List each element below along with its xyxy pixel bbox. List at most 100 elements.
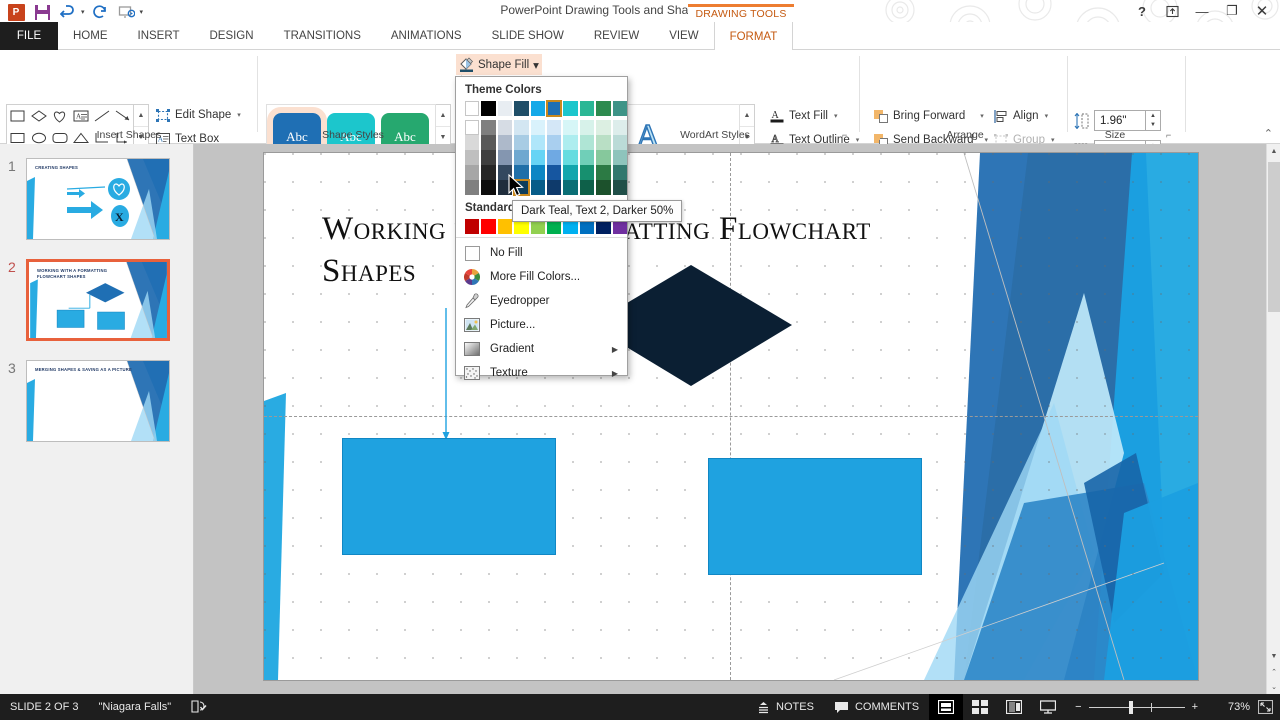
swatch-v4-c9[interactable]	[596, 165, 611, 180]
swatch-v1-c2[interactable]	[481, 120, 496, 135]
theme-colors-grid[interactable]	[456, 100, 628, 196]
swatch-v5-c7[interactable]	[563, 180, 578, 195]
tab-file[interactable]: FILE	[0, 22, 58, 50]
wordart-scroll-up-icon[interactable]: ▲	[740, 105, 754, 127]
restore-icon[interactable]: ❐	[1218, 1, 1246, 21]
shape-line-arrow-icon[interactable]	[112, 105, 133, 127]
swatch-v3-c4[interactable]	[514, 150, 529, 165]
undo-icon[interactable]	[58, 3, 78, 21]
swatch-v3-c10[interactable]	[612, 150, 628, 165]
theme-colors-variant-row-5[interactable]	[465, 179, 628, 196]
swatch-v3-c5[interactable]	[530, 150, 546, 165]
align-button[interactable]: Align ▾	[990, 105, 1060, 127]
zoom-level[interactable]: 73%	[1208, 701, 1250, 713]
swatch-v2-c6[interactable]	[547, 135, 562, 150]
slide-thumbnail-pane[interactable]: 1 X Creating S	[0, 144, 194, 694]
swatch-v4-c7[interactable]	[563, 165, 578, 180]
scroll-down-icon[interactable]: ▼	[1267, 649, 1280, 664]
zoom-slider[interactable]: − +	[1065, 700, 1208, 714]
swatch-v1-c4[interactable]	[514, 120, 529, 135]
close-icon[interactable]: ✕	[1248, 1, 1276, 21]
swatch-v1-c6[interactable]	[547, 120, 562, 135]
scroll-up-icon[interactable]: ▲	[1267, 144, 1280, 159]
theme-colors-variant-row-3[interactable]	[465, 150, 628, 165]
theme-colors-row-base[interactable]	[465, 100, 627, 117]
menu-item-picture[interactable]: Picture...	[456, 313, 627, 337]
swatch-v5-c6[interactable]	[547, 180, 562, 195]
theme-colors-variant-row-1[interactable]	[465, 120, 627, 135]
swatch-v5-c5[interactable]	[530, 180, 546, 195]
height-spin-up-icon[interactable]: ▲	[1146, 111, 1160, 121]
slide-canvas[interactable]: Working with a Formatting Flowchart Shap…	[264, 153, 1198, 680]
tab-review[interactable]: REVIEW	[579, 22, 654, 50]
swatch-v4-c1[interactable]	[465, 165, 480, 180]
shape-styles-scroll-up-icon[interactable]: ▲	[436, 105, 450, 127]
thumbnail-item-2[interactable]: 2 Working with a Formatting Flowcha	[0, 259, 193, 359]
connector-arrow[interactable]	[442, 308, 456, 443]
slideshow-button[interactable]	[1031, 694, 1065, 720]
slide-editing-area[interactable]: Working with a Formatting Flowchart Shap…	[194, 144, 1266, 694]
swatch-v2-c10[interactable]	[612, 135, 628, 150]
swatch-v5-c1[interactable]	[465, 180, 480, 195]
normal-view-button[interactable]	[929, 694, 964, 720]
swatch-white-background-1[interactable]	[465, 101, 480, 116]
swatch-v2-c7[interactable]	[563, 135, 578, 150]
swatch-v1-c8[interactable]	[579, 120, 595, 135]
swatch-v1-c9[interactable]	[596, 120, 611, 135]
swatch-v4-c10[interactable]	[612, 165, 628, 180]
thumbnail-3[interactable]: Merging Shapes & Saving as a Picture	[26, 360, 170, 442]
swatch-v2-c4[interactable]	[514, 135, 529, 150]
swatch-v5-c10[interactable]	[612, 180, 628, 195]
start-presentation-icon[interactable]	[117, 3, 137, 21]
swatch-v2-c5[interactable]	[530, 135, 546, 150]
tab-view[interactable]: VIEW	[654, 22, 713, 50]
shape-fill-button[interactable]: Shape Fill ▾	[456, 54, 542, 75]
theme-colors-variant-row-2[interactable]	[465, 135, 628, 150]
swatch-turquoise-accent-3[interactable]	[563, 101, 578, 116]
swatch-v5-c8[interactable]	[579, 180, 595, 195]
swatch-v2-c9[interactable]	[596, 135, 611, 150]
help-icon[interactable]: ?	[1128, 1, 1156, 21]
swatch-red[interactable]	[481, 219, 496, 234]
swatch-v1-c3[interactable]	[497, 120, 513, 135]
swatch-v4-c8[interactable]	[579, 165, 595, 180]
shape-fill-dropdown[interactable]: Theme Colors Standard Colors No Fill Mor…	[455, 76, 628, 380]
swatch-black-text-1[interactable]	[481, 101, 496, 116]
swatch-v1-c7[interactable]	[563, 120, 578, 135]
thumbnail-2[interactable]: Working with a Formatting Flowchart Shap…	[26, 259, 170, 341]
zoom-knob[interactable]	[1128, 700, 1133, 714]
swatch-v1-c10[interactable]	[612, 120, 627, 135]
ribbon-display-options-icon[interactable]	[1158, 1, 1186, 21]
swatch-light-gray-background-2[interactable]	[497, 101, 513, 116]
swatch-v5-c9[interactable]	[596, 180, 611, 195]
swatch-v1-c5[interactable]	[530, 120, 546, 135]
menu-item-gradient[interactable]: Gradient ▶	[456, 337, 627, 361]
shape-height-stepper[interactable]: ▲ ▼	[1146, 110, 1161, 131]
thumbnail-1[interactable]: X Creating Shapes	[26, 158, 170, 240]
redo-icon[interactable]	[91, 3, 111, 21]
collapse-ribbon-icon[interactable]: ⌃	[1264, 127, 1273, 140]
thumbnail-item-3[interactable]: 3 Merging Shapes & Saving as a Picture	[0, 360, 193, 460]
shape-text-box-icon[interactable]: A	[70, 105, 91, 127]
swatch-v4-c2[interactable]	[481, 165, 496, 180]
slide-sorter-button[interactable]	[963, 694, 997, 720]
tab-design[interactable]: DESIGN	[194, 22, 268, 50]
shape-height-input[interactable]: 1.96"	[1094, 110, 1146, 131]
swatch-v2-c1[interactable]	[465, 135, 480, 150]
fit-to-window-button[interactable]	[1250, 694, 1280, 720]
swatch-v4-c5[interactable]	[530, 165, 546, 180]
tab-insert[interactable]: INSERT	[123, 22, 195, 50]
swatch-v3-c9[interactable]	[596, 150, 611, 165]
thumbnail-item-1[interactable]: 1 X Creating S	[0, 158, 193, 258]
swatch-dark-red[interactable]	[465, 219, 480, 234]
comments-button[interactable]: COMMENTS	[824, 694, 929, 720]
shape-diamond-icon[interactable]	[28, 105, 49, 127]
swatch-v5-c2[interactable]	[481, 180, 496, 195]
swatch-v3-c6[interactable]	[547, 150, 562, 165]
shape-line-icon[interactable]	[91, 105, 112, 127]
theme-colors-variant-row-4[interactable]	[465, 165, 628, 180]
menu-item-texture[interactable]: Texture ▶	[456, 361, 627, 385]
slide-indicator[interactable]: SLIDE 2 OF 3	[0, 694, 88, 720]
language-icon[interactable]	[181, 694, 218, 720]
tab-slide-show[interactable]: SLIDE SHOW	[477, 22, 579, 50]
